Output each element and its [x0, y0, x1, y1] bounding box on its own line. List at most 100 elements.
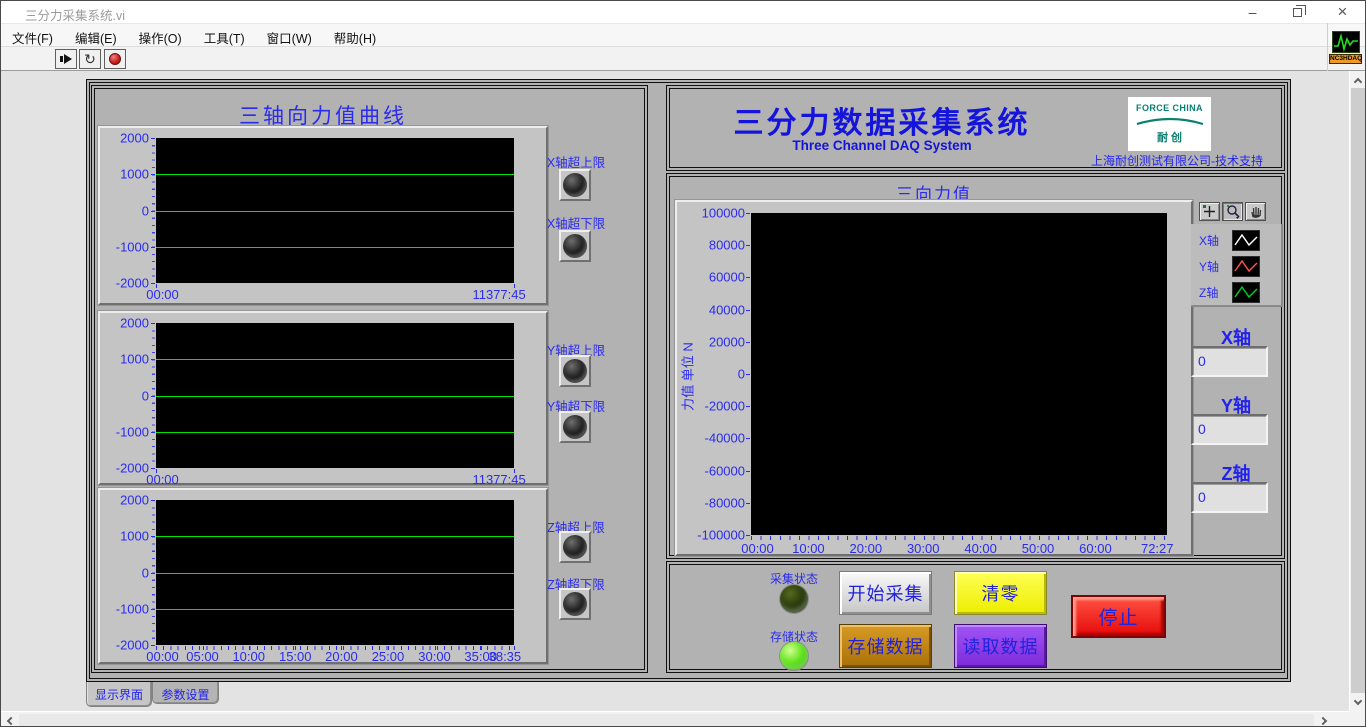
- main-y-tick-mark: [746, 374, 750, 375]
- y-tick-label: 1000: [100, 352, 149, 367]
- legend-row-1[interactable]: Y轴: [1191, 253, 1281, 279]
- logo-swoosh-icon: [1134, 114, 1206, 126]
- save-data-button[interactable]: 存储数据: [839, 624, 932, 668]
- close-button[interactable]: ×: [1320, 1, 1365, 23]
- y-tick-label: -1000: [100, 424, 149, 439]
- led-off-icon: [563, 592, 587, 616]
- support-text: 上海耐创测试有限公司-技术支持: [1091, 152, 1285, 169]
- main-y-tick-label: 80000: [685, 238, 745, 253]
- main-y-tick-label: -100000: [685, 528, 745, 543]
- pan-tool-button[interactable]: [1245, 202, 1266, 221]
- z-lower-limit-led: [559, 588, 591, 620]
- scroll-up-button[interactable]: [1350, 71, 1366, 88]
- front-panel: 三轴向力值曲线 200010000-1000-200000:0011377:45…: [1, 71, 1351, 711]
- waveform-chart-x[interactable]: 200010000-1000-200000:0011377:45: [98, 126, 548, 305]
- read-data-button[interactable]: 读取数据: [954, 624, 1047, 668]
- chevron-down-icon: [1354, 697, 1362, 705]
- run-continuous-button[interactable]: ↻: [79, 49, 101, 69]
- main-x-tick-label: 50:00: [1022, 541, 1055, 556]
- x-tick-label: 15:00: [279, 649, 312, 664]
- led-off-icon: [563, 173, 587, 197]
- main-y-tick-label: -60000: [685, 463, 745, 478]
- restore-button[interactable]: [1275, 1, 1320, 23]
- plot-area: [156, 138, 514, 283]
- x-tick-label: 00:00: [146, 287, 179, 302]
- legend-line-sample: [1232, 256, 1260, 277]
- store-status-led: [780, 642, 808, 670]
- x-tick-mark: [514, 469, 515, 473]
- x-minor-ticks: [156, 646, 515, 650]
- tab-control: 三轴向力值曲线 200010000-1000-200000:0011377:45…: [86, 79, 1291, 682]
- x-tick-label: 10:00: [232, 649, 265, 664]
- vi-icon-label: NC3HDAQ: [1329, 54, 1362, 64]
- waveform-section: 三轴向力值曲线 200010000-1000-200000:0011377:45…: [91, 85, 648, 673]
- main-x-tick-label: 10:00: [792, 541, 825, 556]
- stop-button[interactable]: 停止: [1071, 595, 1166, 638]
- logo-text-en: FORCE CHINA: [1128, 103, 1211, 113]
- run-button[interactable]: [55, 49, 77, 69]
- y-tick-label: 2000: [100, 131, 149, 146]
- main-y-tick-mark: [746, 503, 750, 504]
- x-tick-label: 05:00: [186, 649, 219, 664]
- x-tick-label: 11377:45: [472, 472, 525, 487]
- company-logo: FORCE CHINA 耐 创: [1128, 97, 1211, 151]
- zoom-tool-button[interactable]: [1222, 202, 1243, 221]
- z-upper-limit-led: [559, 531, 591, 563]
- main-x-tick-label: 00:00: [741, 541, 774, 556]
- chevron-up-icon: [1354, 77, 1362, 85]
- legend-line-sample: [1232, 230, 1260, 251]
- vertical-scrollbar[interactable]: [1349, 71, 1365, 711]
- abort-button[interactable]: [104, 49, 126, 69]
- y-minor-ticks: [152, 500, 155, 646]
- threshold-line: [156, 432, 514, 433]
- tab-1[interactable]: 参数设置: [152, 682, 219, 704]
- led-off-icon: [563, 535, 587, 559]
- x-tick-mark: [514, 284, 515, 288]
- led-off-icon: [563, 415, 587, 439]
- main-y-tick-mark: [746, 310, 750, 311]
- x-tick-mark: [156, 469, 157, 473]
- title-bar: 三分力采集系统.vi – ×: [1, 1, 1365, 23]
- readout-value-box-1: 0: [1191, 414, 1268, 445]
- horizontal-scroll-thumb[interactable]: [19, 714, 1314, 727]
- main-y-tick-mark: [746, 535, 750, 536]
- main-y-tick-mark: [746, 213, 750, 214]
- scrollbar-corner: [1349, 711, 1365, 727]
- legend-row-2[interactable]: Z轴: [1191, 279, 1281, 305]
- main-y-tick-mark: [746, 438, 750, 439]
- waveform-chart-z[interactable]: 200010000-1000-200000:0005:0010:0015:002…: [98, 488, 548, 664]
- tab-0[interactable]: 显示界面: [86, 682, 152, 707]
- scroll-down-button[interactable]: [1350, 694, 1366, 711]
- threshold-line: [156, 396, 514, 397]
- y-tick-label: 2000: [100, 493, 149, 508]
- main-y-tick-label: 0: [685, 367, 745, 382]
- threshold-line: [156, 536, 514, 537]
- legend-row-0[interactable]: X轴: [1191, 227, 1281, 253]
- system-subtitle: Three Channel DAQ System: [672, 138, 1092, 153]
- readout-value: 0: [1198, 353, 1206, 369]
- y-upper-limit-led: [559, 355, 591, 387]
- x-tick-mark: [156, 284, 157, 288]
- logo-text-cn: 耐 创: [1128, 129, 1211, 145]
- y-tick-label: -2000: [100, 461, 149, 476]
- controls-section: 采集状态 存储状态 开始采集清零存储数据读取数据停止: [666, 561, 1285, 673]
- clear-zero-button[interactable]: 清零: [954, 571, 1047, 615]
- waveform-chart-y[interactable]: 200010000-1000-200000:0011377:45: [98, 311, 548, 485]
- vertical-scroll-thumb[interactable]: [1351, 88, 1365, 693]
- x-tick-label: 11377:45: [472, 287, 525, 302]
- threshold-line: [156, 211, 514, 212]
- magnifier-icon: [1225, 204, 1241, 219]
- start-acquire-button[interactable]: 开始采集: [839, 571, 932, 615]
- scroll-left-button[interactable]: [1, 712, 18, 727]
- scroll-right-button[interactable]: [1316, 712, 1333, 727]
- horizontal-scrollbar[interactable]: [1, 711, 1351, 727]
- threshold-line: [156, 609, 514, 610]
- x-tick-label: 30:00: [418, 649, 451, 664]
- minimize-button[interactable]: –: [1230, 1, 1275, 23]
- y-tick-label: 2000: [100, 316, 149, 331]
- y-tick-label: 1000: [100, 167, 149, 182]
- window-title: 三分力采集系统.vi: [25, 5, 125, 24]
- main-y-tick-mark: [746, 406, 750, 407]
- cursor-tool-button[interactable]: [1199, 202, 1220, 221]
- y-lower-limit-led: [559, 411, 591, 443]
